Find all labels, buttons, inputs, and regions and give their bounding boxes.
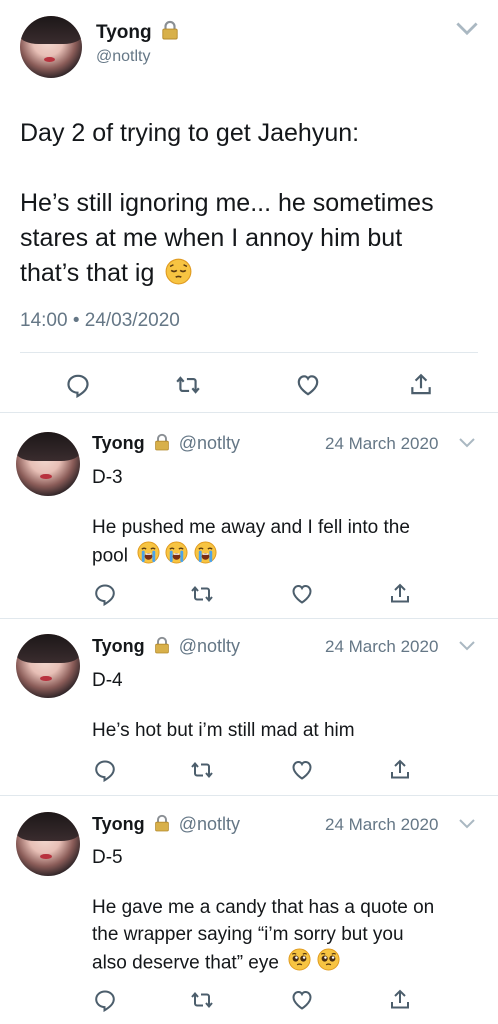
display-name[interactable]: Tyong: [92, 814, 145, 834]
heart-icon[interactable]: [290, 988, 314, 1012]
loudly-crying-face-emoji: [165, 541, 188, 572]
display-name[interactable]: Tyong: [92, 433, 145, 453]
loudly-crying-face-emoji: [137, 541, 160, 572]
tweet-text: He pushed me away and I fell into the po…: [92, 514, 410, 572]
tweet-date[interactable]: 24 March 2020: [325, 815, 438, 835]
tweet-line: He’s still ignoring me... he sometimes: [20, 189, 434, 217]
lock-icon: [154, 814, 170, 837]
divider: [0, 618, 498, 619]
share-icon[interactable]: [388, 758, 412, 782]
tweet-title: D-5: [92, 847, 123, 868]
tweet-line: that’s that ig: [20, 259, 155, 287]
reply-icon[interactable]: [65, 372, 91, 398]
chevron-down-icon[interactable]: [459, 819, 475, 829]
handle[interactable]: @notlty: [179, 636, 240, 656]
reply-icon[interactable]: [93, 988, 117, 1012]
tweet-line: He pushed me away and I fell into the: [92, 517, 410, 538]
pensive-face-emoji: [165, 258, 192, 295]
avatar[interactable]: [16, 432, 80, 496]
chevron-down-icon[interactable]: [459, 641, 475, 651]
lock-icon: [154, 433, 170, 456]
avatar[interactable]: [20, 16, 82, 78]
display-name[interactable]: Tyong: [96, 22, 152, 43]
chevron-down-icon[interactable]: [456, 22, 478, 36]
tweet-line: Day 2 of trying to get Jaehyun:: [20, 119, 360, 147]
loudly-crying-face-emoji: [194, 541, 217, 572]
retweet-icon[interactable]: [175, 372, 201, 398]
tweet-title: D-4: [92, 670, 123, 691]
lock-icon: [161, 20, 179, 46]
reply-icon[interactable]: [93, 582, 117, 606]
tweet-date[interactable]: 24 March 2020: [325, 434, 438, 454]
retweet-icon[interactable]: [190, 988, 214, 1012]
tweet-line: He gave me a candy that has a quote on: [92, 897, 435, 918]
handle[interactable]: @notlty: [96, 48, 150, 66]
share-icon[interactable]: [388, 582, 412, 606]
handle[interactable]: @notlty: [179, 433, 240, 453]
pleading-face-emoji: [288, 948, 311, 979]
heart-icon[interactable]: [290, 758, 314, 782]
avatar[interactable]: [16, 634, 80, 698]
lock-icon: [154, 636, 170, 659]
tweet-line: also deserve that” eye: [92, 952, 279, 974]
divider: [0, 412, 498, 413]
timestamp[interactable]: 14:00 • 24/03/2020: [20, 310, 180, 332]
reply-icon[interactable]: [93, 758, 117, 782]
heart-icon[interactable]: [290, 582, 314, 606]
chevron-down-icon[interactable]: [459, 438, 475, 448]
tweet-line: pool: [92, 545, 128, 567]
avatar[interactable]: [16, 812, 80, 876]
heart-icon[interactable]: [295, 372, 321, 398]
tweet-line: stares at me when I annoy him but: [20, 224, 403, 252]
display-name[interactable]: Tyong: [92, 636, 145, 656]
tweet-text: He gave me a candy that has a quote on t…: [92, 894, 434, 979]
pleading-face-emoji: [317, 948, 340, 979]
tweet-title: D-3: [92, 467, 123, 488]
divider: [20, 352, 478, 353]
tweet-date[interactable]: 24 March 2020: [325, 637, 438, 657]
tweet-text: Day 2 of trying to get Jaehyun: He’s sti…: [20, 116, 490, 295]
divider: [0, 795, 498, 796]
handle[interactable]: @notlty: [179, 814, 240, 834]
retweet-icon[interactable]: [190, 758, 214, 782]
share-icon[interactable]: [388, 988, 412, 1012]
tweet-text: He’s hot but i’m still mad at him: [92, 720, 355, 741]
retweet-icon[interactable]: [190, 582, 214, 606]
tweet-line: the wrapper saying “i’m sorry but you: [92, 924, 404, 945]
share-icon[interactable]: [408, 372, 434, 398]
